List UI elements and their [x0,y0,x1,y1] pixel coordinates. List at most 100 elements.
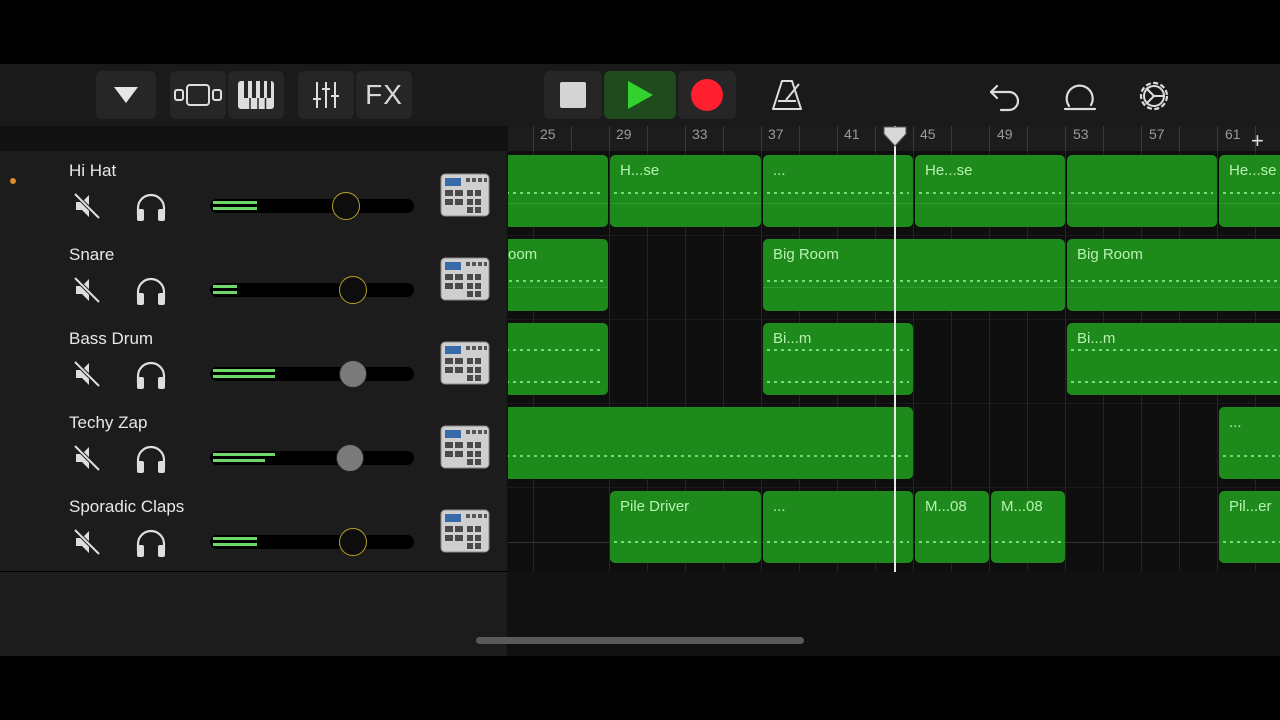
mute-speaker-icon[interactable] [72,191,102,221]
record-button[interactable] [678,71,736,119]
level-meter [213,207,257,210]
volume-slider[interactable] [210,276,414,304]
undo-button[interactable] [987,78,1023,117]
region[interactable]: Pil...er [1219,491,1280,563]
volume-slider[interactable] [210,444,414,472]
volume-knob[interactable] [332,192,360,220]
loop-browser-button[interactable] [1061,78,1099,117]
stop-button[interactable] [544,71,602,119]
region[interactable]: ... [763,491,913,563]
region[interactable]: Bi...m [763,323,913,395]
track-header-snare[interactable]: Snare [0,235,507,320]
settings-button[interactable] [1136,78,1172,119]
track-header-sporadic-claps[interactable]: Sporadic Claps [0,487,507,572]
track-name: Bass Drum [69,329,154,348]
piano-keys-icon [238,81,274,109]
region-label: H...se [620,162,660,179]
mute-speaker-icon[interactable] [72,275,102,305]
region[interactable]: He...se [1219,155,1280,227]
record-icon [691,79,723,111]
bar-number: 41 [844,126,860,142]
region[interactable]: M...08 [915,491,989,563]
tracks-view-button[interactable] [170,71,226,119]
mute-speaker-icon[interactable] [72,359,102,389]
undo-icon [989,84,1020,112]
region[interactable]: Pile Driver [610,491,761,563]
horizontal-scrollbar[interactable] [476,637,804,644]
volume-slider[interactable] [210,528,414,556]
volume-slider[interactable] [210,192,414,220]
headphones-icon[interactable] [134,527,168,559]
bar-number: 37 [768,126,784,142]
volume-knob[interactable] [336,444,364,472]
bar-number: 49 [997,126,1013,142]
metronome-icon [772,80,802,110]
fx-button[interactable]: FX [356,71,412,119]
region[interactable] [1067,155,1217,227]
region[interactable]: M...08 [991,491,1065,563]
region-label: ... [773,162,786,179]
sliders-icon [313,82,339,108]
gear-wrench-icon [1139,81,1169,111]
level-meter [213,453,275,456]
drum-machine-icon[interactable] [440,425,490,469]
drum-machine-icon[interactable] [440,341,490,385]
browser-dropdown-button[interactable] [96,71,156,119]
track-header-hi-hat[interactable]: Hi Hat [0,151,507,236]
metronome-button[interactable] [770,78,804,117]
level-meter [213,459,265,462]
mute-speaker-icon[interactable] [72,527,102,557]
track-name: Techy Zap [69,413,148,432]
region-label: oom [508,246,538,263]
drum-machine-icon[interactable] [440,509,490,553]
region[interactable]: Big Room [1067,239,1280,311]
bar-number: 33 [692,126,708,142]
region[interactable]: H...se [610,155,761,227]
track-name: Sporadic Claps [69,497,185,516]
headphones-icon[interactable] [134,191,168,223]
mixer-button[interactable] [298,71,354,119]
volume-knob[interactable] [339,528,367,556]
track-header-bass-drum[interactable]: Bass Drum [0,319,507,404]
region[interactable]: He...se [915,155,1065,227]
region-label: M...08 [1001,498,1043,515]
region[interactable] [508,155,608,227]
region[interactable]: Bi...m [1067,323,1280,395]
volume-slider[interactable] [210,360,414,388]
bar-number: 29 [616,126,632,142]
region-label: M...08 [925,498,967,515]
region[interactable] [508,407,913,479]
tracks-view-icon [174,84,222,106]
bar-number: 57 [1149,126,1165,142]
region-label: Big Room [773,246,839,263]
mute-speaker-icon[interactable] [72,443,102,473]
bar-number: 53 [1073,126,1089,142]
play-icon [628,81,653,109]
volume-knob[interactable] [339,360,367,388]
playhead-handle-icon[interactable] [883,126,907,148]
volume-knob[interactable] [339,276,367,304]
level-meter [213,285,237,288]
region-label: He...se [925,162,973,179]
region[interactable]: ... [1219,407,1280,479]
region[interactable]: Big Room [763,239,1065,311]
region-label: ... [773,498,786,515]
triangle-down-icon [114,87,138,103]
drum-machine-icon[interactable] [440,257,490,301]
bar-number: 61 [1225,126,1241,142]
play-button[interactable] [604,71,676,119]
level-meter [213,537,257,540]
drum-machine-icon[interactable] [440,173,490,217]
region-label: Pile Driver [620,498,690,515]
region[interactable] [508,323,608,395]
region[interactable]: ... [763,155,913,227]
garageband-window: FX 25 29 33 37 41 45 49 53 57 61 + Hi Ha… [0,64,1280,656]
playhead-line[interactable] [894,126,896,572]
headphones-icon[interactable] [134,275,168,307]
keyboard-button[interactable] [228,71,284,119]
stop-icon [560,82,586,108]
headphones-icon[interactable] [134,359,168,391]
region[interactable]: oom [508,239,608,311]
track-header-techy-zap[interactable]: Techy Zap [0,403,507,488]
headphones-icon[interactable] [134,443,168,475]
